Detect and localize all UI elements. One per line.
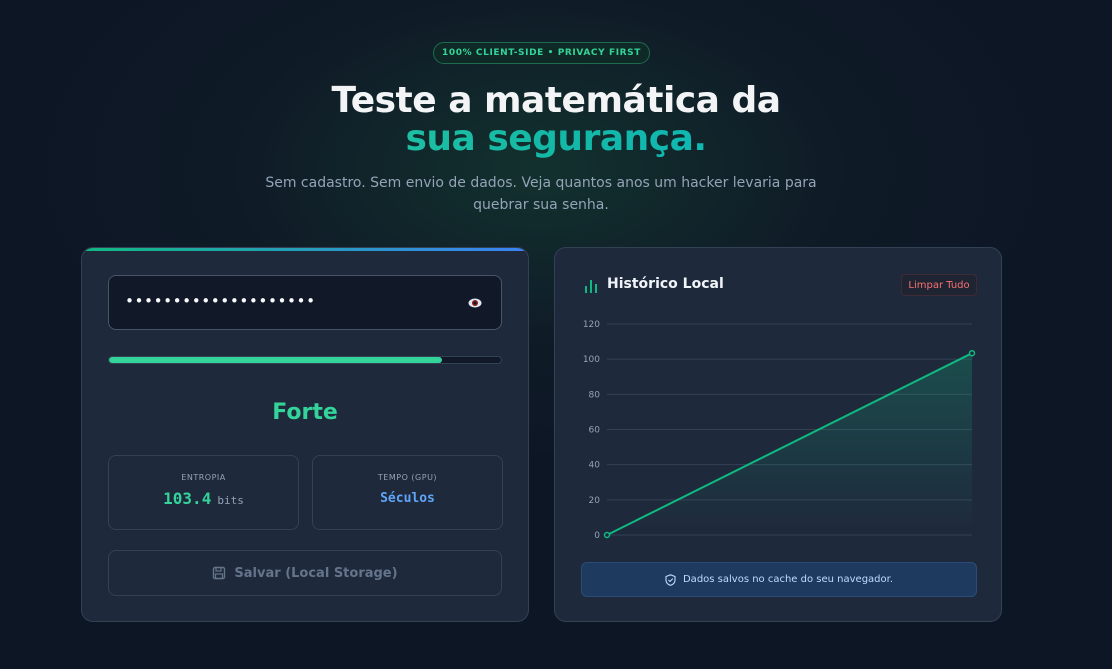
history-title: Histórico Local bbox=[607, 276, 724, 292]
storage-note-text: Dados salvos no cache do seu navegador. bbox=[682, 574, 894, 585]
hero-title-line2: sua segurança. bbox=[0, 118, 1112, 159]
hero-title-line1: Teste a matemática da bbox=[331, 80, 781, 121]
y-tick-label: 20 bbox=[589, 496, 601, 506]
history-chart: 0 20 40 60 80 100 120 bbox=[583, 320, 976, 541]
crack-time-stat: TEMPO (GPU) Séculos bbox=[312, 455, 503, 530]
eye-icon[interactable] bbox=[467, 296, 483, 310]
entropy-stat: ENTROPIA 103.4 bits bbox=[108, 455, 299, 530]
y-tick-label: 0 bbox=[594, 531, 600, 541]
data-point[interactable] bbox=[968, 349, 976, 357]
y-tick-label: 60 bbox=[589, 426, 601, 436]
clear-all-button[interactable]: Limpar Tudo bbox=[901, 274, 977, 296]
y-tick-label: 40 bbox=[589, 461, 601, 471]
save-icon bbox=[213, 566, 226, 580]
privacy-badge: 100% CLIENT-SIDE • PRIVACY FIRST bbox=[433, 42, 650, 64]
y-tick-label: 100 bbox=[583, 355, 600, 365]
save-button[interactable]: Salvar (Local Storage) bbox=[108, 550, 502, 596]
password-analyzer-card: •••••••••••••••••••• Forte ENTROPIA 103.… bbox=[81, 247, 529, 622]
shield-check-icon bbox=[665, 573, 676, 586]
password-input[interactable]: •••••••••••••••••••• bbox=[108, 275, 502, 330]
strength-label: Forte bbox=[272, 400, 338, 425]
save-button-label: Salvar (Local Storage) bbox=[234, 565, 398, 581]
hero-subtitle: Sem cadastro. Sem envio de dados. Veja q… bbox=[265, 175, 817, 213]
password-value: •••••••••••••••••••• bbox=[125, 292, 316, 310]
strength-bar-fill bbox=[109, 357, 443, 363]
y-tick-label: 80 bbox=[589, 390, 601, 400]
history-card: Histórico Local Limpar Tudo 0 20 40 60 80 100… bbox=[554, 247, 1002, 622]
crack-time-label: TEMPO (GPU) bbox=[377, 473, 438, 482]
crack-time-value: Séculos bbox=[380, 491, 435, 506]
entropy-label: ENTROPIA bbox=[181, 473, 226, 482]
storage-note: Dados salvos no cache do seu navegador. bbox=[581, 562, 977, 597]
y-tick-label: 120 bbox=[583, 320, 600, 330]
entropy-unit: bits bbox=[217, 494, 244, 507]
bar-chart-icon bbox=[585, 280, 597, 293]
strength-bar bbox=[108, 356, 502, 364]
entropy-value: 103.4 bbox=[163, 489, 212, 508]
data-point[interactable] bbox=[603, 531, 611, 539]
